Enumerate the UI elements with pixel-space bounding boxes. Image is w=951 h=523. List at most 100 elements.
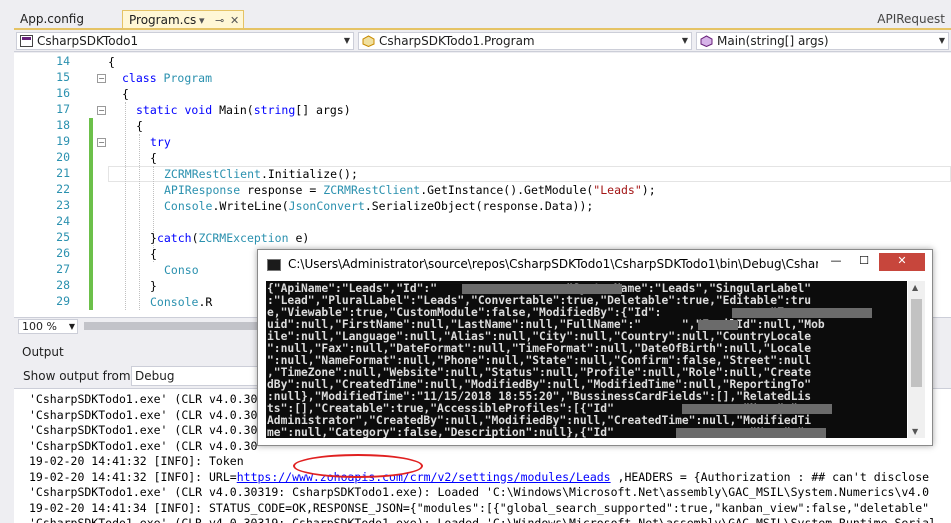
code-line[interactable]: }catch(ZCRMException e) [150, 230, 309, 246]
console-title-bar[interactable]: C:\Users\Administrator\source\repos\Csha… [258, 250, 932, 280]
code-line[interactable]: { [108, 54, 115, 70]
code-line[interactable]: { [150, 246, 157, 262]
output-line: 'CsharpSDKTodo1.exe' (CLR v4.0.30 [29, 423, 258, 437]
line-number: 27 [56, 262, 70, 276]
tab-label: App.config [20, 12, 84, 26]
console-app-icon [267, 259, 281, 271]
line-number: 14 [56, 54, 70, 68]
code-token: .Initialize(); [260, 167, 358, 181]
project-dropdown[interactable]: CsharpSDKTodo1 ▼ [16, 32, 354, 50]
code-token: ); [641, 183, 656, 197]
code-line[interactable]: Console.WriteLine(JsonConvert.SerializeO… [164, 198, 593, 214]
redaction-block [732, 308, 872, 318]
line-number: 19 [56, 134, 70, 148]
collapse-icon[interactable]: − [97, 138, 106, 147]
code-token: try [150, 135, 171, 149]
indent-guide [125, 102, 126, 310]
code-token: static void [136, 103, 220, 117]
member-dropdown[interactable]: Main(string[] args) ▼ [696, 32, 949, 50]
scroll-up-icon[interactable]: ▲ [912, 283, 918, 292]
code-token: } [150, 231, 157, 245]
tab-app-config[interactable]: App.config [14, 10, 120, 29]
annotation-circle [293, 454, 423, 478]
code-token: .R [198, 295, 213, 309]
close-button[interactable]: ✕ [879, 253, 925, 271]
code-line[interactable]: { [122, 86, 129, 102]
code-line[interactable]: APIResponse response = ZCRMRestClient.Ge… [164, 182, 656, 198]
output-line: 'CsharpSDKTodo1.exe' (CLR v4.0.30319: Cs… [29, 485, 930, 499]
scrollbar-thumb[interactable] [911, 299, 922, 387]
line-number: 15 [56, 70, 70, 84]
redaction-block [462, 284, 622, 294]
output-line-prefix: 19-02-20 14:41:32 [INFO]: URL= [29, 469, 237, 484]
collapse-icon[interactable]: − [97, 106, 106, 115]
csharp-project-icon [20, 35, 33, 47]
code-token: Main( [219, 103, 254, 117]
request-url-link[interactable]: https://www.zohoapis.com/crm/v2/settings… [237, 470, 611, 484]
scroll-down-icon[interactable]: ▼ [912, 427, 918, 436]
line-number: 16 [56, 86, 70, 100]
chevron-down-icon: ▼ [938, 36, 945, 45]
chevron-down-icon: ▼ [68, 322, 75, 331]
method-icon [700, 35, 713, 47]
code-token: Program [163, 71, 213, 85]
code-line[interactable]: { [136, 118, 143, 134]
tab-label: Program.cs [129, 13, 197, 27]
horizontal-scrollbar[interactable] [84, 322, 264, 330]
output-source-dropdown[interactable]: Debug [131, 366, 271, 386]
code-line[interactable]: ZCRMRestClient.Initialize(); [164, 166, 358, 182]
code-token: .WriteLine( [212, 199, 289, 213]
indent-guide [139, 134, 140, 310]
code-token: response = [247, 183, 324, 197]
chevron-down-icon: ▼ [681, 36, 688, 45]
collapse-icon[interactable]: − [97, 74, 106, 83]
tab-program-cs[interactable]: Program.cs ▾ ⊸ ✕ [122, 10, 244, 29]
code-token: } [150, 279, 157, 293]
editor-gutter: 14 15 16 17 18 19 20 21 22 23 24 25 26 27 28 29 − − − [14, 53, 106, 317]
chevron-down-icon: ▼ [343, 36, 350, 45]
line-number: 18 [56, 118, 70, 132]
document-tab-strip: App.config Program.cs ▾ ⊸ ✕ APIRequest [0, 0, 951, 30]
minimize-button[interactable]: — [823, 253, 849, 271]
code-token: { [108, 55, 115, 69]
maximize-button[interactable]: ☐ [851, 253, 877, 271]
console-window[interactable]: C:\Users\Administrator\source\repos\Csha… [257, 249, 933, 446]
line-number: 22 [56, 182, 70, 196]
code-line[interactable]: static void Main(string[] args) [136, 102, 351, 118]
visual-studio-window: App.config Program.cs ▾ ⊸ ✕ APIRequest C… [0, 0, 951, 523]
line-number: 20 [56, 150, 70, 164]
code-line[interactable]: class Program [122, 70, 212, 86]
code-token: ZCRMRestClient [323, 183, 421, 197]
code-token: Conso [164, 263, 199, 277]
code-token: { [122, 87, 129, 101]
code-token: JsonConvert [288, 199, 365, 213]
output-line: 'CsharpSDKTodo1.exe' (CLR v4.0.30 [29, 407, 258, 422]
zoom-dropdown[interactable]: 100 % ▼ [18, 319, 78, 334]
navigation-bar: CsharpSDKTodo1 ▼ CsharpSDKTodo1.Program … [14, 30, 951, 52]
code-line[interactable]: try [150, 134, 171, 150]
code-token: ( [191, 231, 199, 245]
redaction-block [676, 428, 826, 438]
code-line[interactable]: Conso [164, 262, 199, 278]
line-number: 17 [56, 102, 70, 116]
console-output[interactable]: {"ApiName":"Leads","Id":" "SystemName":"… [266, 281, 907, 438]
line-number: 26 [56, 246, 70, 260]
tab-right-label[interactable]: APIRequest [877, 10, 945, 29]
output-line: 'CsharpSDKTodo1.exe' (CLR v4.0.30319: Cs… [29, 516, 936, 523]
member-dropdown-value: Main(string[] args) [717, 34, 829, 48]
code-line[interactable]: } [150, 278, 157, 294]
project-dropdown-value: CsharpSDKTodo1 [37, 34, 139, 48]
console-scrollbar[interactable]: ▲ ▼ [908, 281, 925, 438]
code-token: class [122, 71, 164, 85]
code-token: "Leads" [593, 183, 642, 197]
code-token: Console [164, 199, 213, 213]
output-line: 19-02-20 14:41:32 [INFO]: Token [29, 454, 244, 468]
code-line[interactable]: Console.R [150, 294, 212, 310]
output-line: 19-02-20 14:41:32 [INFO]: URL=https://ww… [29, 470, 929, 486]
class-dropdown[interactable]: CsharpSDKTodo1.Program ▼ [358, 32, 692, 50]
class-dropdown-value: CsharpSDKTodo1.Program [379, 34, 535, 48]
code-line[interactable]: { [150, 150, 157, 166]
code-token: ZCRMException [198, 231, 296, 245]
line-number: 29 [56, 294, 70, 308]
output-line: 'CsharpSDKTodo1.exe' (CLR v4.0.30 [29, 392, 258, 406]
